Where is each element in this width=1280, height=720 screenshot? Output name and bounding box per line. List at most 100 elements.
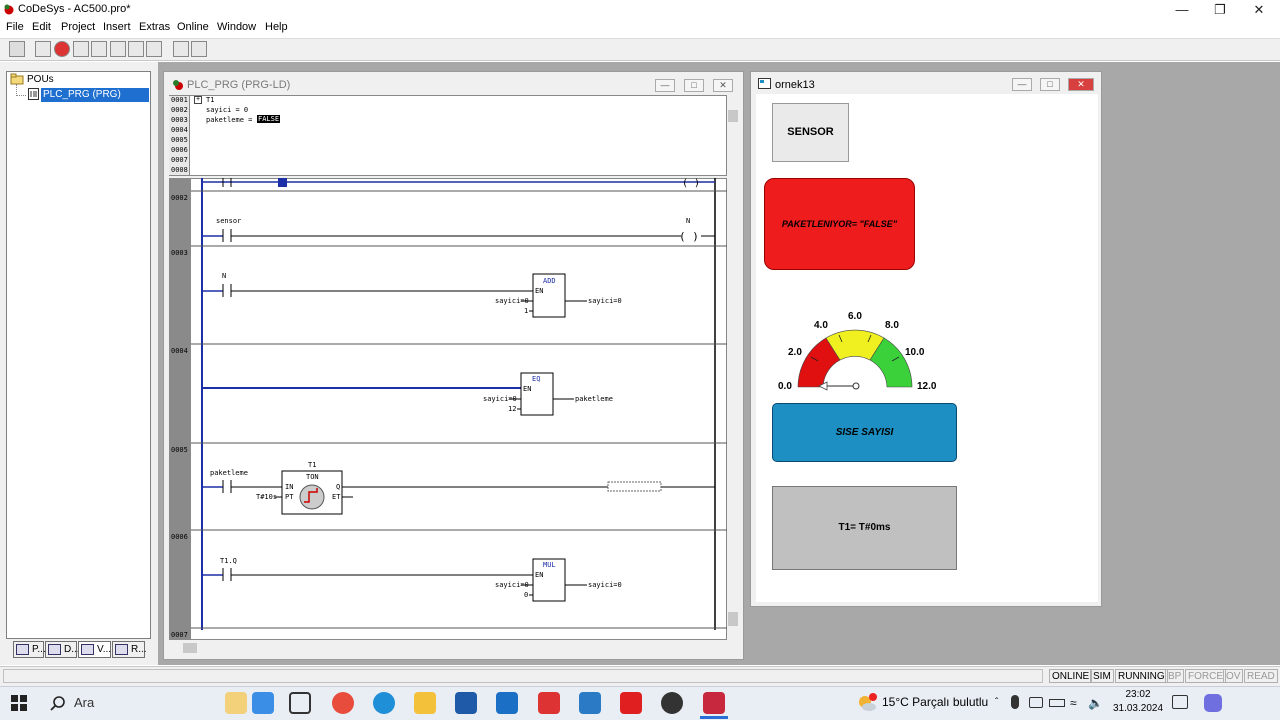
tab-visualizations-label: V...: [97, 644, 112, 655]
tree-item-plc-prg[interactable]: PLC_PRG (PRG): [41, 88, 149, 102]
status-running: RUNNING: [1115, 669, 1168, 683]
battery-icon[interactable]: [1049, 699, 1065, 707]
copilot-icon[interactable]: [1204, 694, 1222, 712]
pou-tree[interactable]: [6, 71, 151, 639]
microsoft-store-icon[interactable]: [455, 692, 477, 714]
task-view-icon[interactable]: [289, 692, 311, 714]
menu-extras[interactable]: Extras: [139, 21, 170, 33]
volume-icon[interactable]: 🔈: [1088, 696, 1103, 710]
menu-help[interactable]: Help: [265, 21, 288, 33]
abb-icon[interactable]: [620, 692, 642, 714]
tree-root-pous[interactable]: POUs: [27, 74, 54, 85]
save-icon[interactable]: [9, 41, 25, 57]
menu-window[interactable]: Window: [217, 21, 256, 33]
ton-block-name: TON: [306, 473, 319, 481]
microphone-icon[interactable]: [1011, 695, 1019, 709]
timer-display: T1= T#0ms: [772, 486, 957, 570]
build-icon[interactable]: [35, 41, 51, 57]
login-icon[interactable]: [73, 41, 89, 57]
rung-number: 0003: [171, 249, 188, 257]
camera-icon[interactable]: [1029, 697, 1043, 708]
ton-pt-value: T#10s: [256, 493, 278, 501]
menu-file[interactable]: File: [6, 21, 24, 33]
ladder-vscrollbar[interactable]: [727, 178, 739, 640]
visu-minimize-button[interactable]: —: [1012, 78, 1032, 91]
rung-number: 0004: [171, 347, 188, 355]
close-button[interactable]: ✕: [1240, 0, 1278, 19]
cut-icon[interactable]: [173, 41, 189, 57]
wps-office-icon[interactable]: [538, 692, 560, 714]
ladder-gutter: [169, 178, 191, 640]
mail-icon[interactable]: [496, 692, 518, 714]
sensor-button[interactable]: SENSOR: [772, 103, 849, 162]
pous-tab-icon: [16, 644, 29, 655]
visu-title: ornek13: [775, 79, 815, 91]
visu-close-button[interactable]: ✕: [1068, 78, 1094, 91]
weather-icon[interactable]: [856, 692, 878, 714]
edge-icon[interactable]: [373, 692, 395, 714]
file-explorer-icon[interactable]: [414, 692, 436, 714]
wifi-icon[interactable]: ≈: [1070, 696, 1077, 710]
tray-chevron-icon[interactable]: ˆ: [995, 697, 998, 708]
photos-icon[interactable]: [579, 692, 601, 714]
menu-edit[interactable]: Edit: [32, 21, 51, 33]
decl-scrollbar[interactable]: [727, 95, 739, 176]
decl-scrollbar-thumb[interactable]: [728, 110, 738, 122]
add-out: sayici=0: [588, 297, 622, 305]
ladder-hscrollbar[interactable]: [169, 641, 727, 655]
reset-icon[interactable]: [146, 41, 162, 57]
chrome-icon[interactable]: [332, 692, 354, 714]
notepad-app-icon[interactable]: [225, 692, 247, 714]
windows-start-icon[interactable]: [11, 695, 27, 711]
title-bar: [0, 0, 1280, 19]
svg-text:( ): ( ): [679, 230, 699, 243]
notification-icon[interactable]: [1172, 695, 1188, 709]
status-bp: BP: [1165, 669, 1185, 683]
visu-maximize-button[interactable]: □: [1040, 78, 1060, 91]
weather-text[interactable]: 15°C Parçalı bulutlu: [882, 695, 988, 709]
decl-line-sayici: sayici = 0: [206, 106, 249, 114]
rung-number: 0002: [171, 194, 188, 202]
codesys-taskbar-icon[interactable]: [703, 692, 725, 714]
expand-icon[interactable]: +: [194, 96, 202, 104]
mul-en-pin: EN: [535, 571, 544, 579]
logout-icon[interactable]: [91, 41, 107, 57]
step-icon[interactable]: [128, 41, 144, 57]
minimize-button[interactable]: —: [1163, 0, 1201, 19]
eq-out: paketleme: [575, 395, 613, 403]
editor-maximize-button[interactable]: □: [684, 79, 704, 92]
tab-pous-label: P...: [32, 644, 46, 655]
add-in2: 1: [524, 307, 529, 315]
eq-en-pin: EN: [523, 385, 532, 393]
search-box-label[interactable]: Ara: [74, 695, 94, 710]
maximize-button[interactable]: ❐: [1201, 0, 1239, 19]
run-icon[interactable]: [110, 41, 126, 57]
menu-insert[interactable]: Insert: [103, 21, 131, 33]
tab-visualizations[interactable]: V...: [78, 641, 111, 658]
gauge-label: 4.0: [814, 320, 828, 331]
stop-icon[interactable]: [54, 41, 70, 57]
menu-online[interactable]: Online: [177, 21, 209, 33]
mul-block-name: MUL: [543, 561, 556, 569]
ladder-vscroll-thumb[interactable]: [728, 612, 738, 626]
obs-icon[interactable]: [661, 692, 683, 714]
declaration-area[interactable]: [169, 95, 727, 176]
tab-resources[interactable]: R...: [112, 641, 147, 658]
editor-close-button[interactable]: ✕: [713, 79, 733, 92]
copy-icon[interactable]: [191, 41, 207, 57]
store-bag-icon[interactable]: [252, 692, 274, 714]
menu-project[interactable]: Project: [61, 21, 95, 33]
clock-time[interactable]: 23:02: [1113, 689, 1163, 700]
editor-window-icon: [173, 80, 183, 90]
pou-prg-icon: [28, 88, 39, 100]
clock-date[interactable]: 31.03.2024: [1108, 703, 1168, 714]
tab-data-types[interactable]: D...: [45, 641, 80, 658]
window-title: CoDeSys - AC500.pro*: [18, 3, 131, 15]
rung-number: 0005: [171, 446, 188, 454]
mul-in2: 0: [524, 591, 529, 599]
tab-pous[interactable]: P...: [13, 641, 46, 658]
svg-text:( ): ( ): [682, 178, 700, 189]
ladder-hscroll-thumb[interactable]: [183, 643, 197, 653]
search-icon[interactable]: [50, 695, 66, 711]
editor-minimize-button[interactable]: —: [655, 79, 675, 92]
